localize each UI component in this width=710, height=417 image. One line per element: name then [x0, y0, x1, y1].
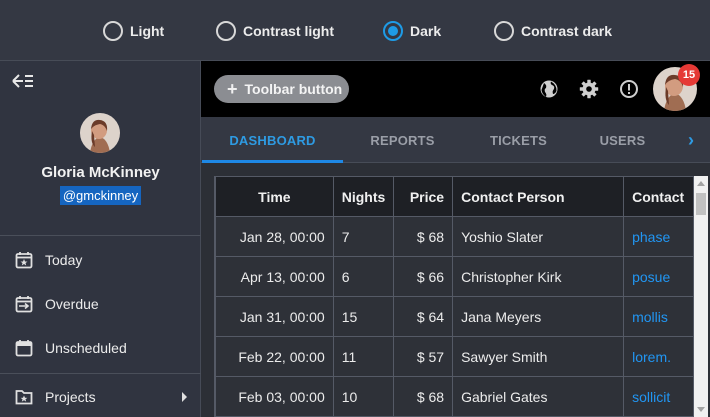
column-header-contact-person[interactable]: Contact Person	[452, 176, 625, 217]
nav-label-projects: Projects	[45, 389, 96, 405]
theme-option-contrast-dark[interactable]: Contrast dark	[494, 19, 612, 43]
toolbar: + Toolbar button 15	[201, 61, 710, 117]
arrow-collapse-left-icon[interactable]	[12, 73, 34, 89]
tab-tickets[interactable]: TICKETS	[462, 117, 575, 163]
tab-users[interactable]: USERS	[575, 117, 670, 163]
nav-item-today[interactable]: Today	[0, 238, 201, 282]
toolbar-button-label: Toolbar button	[244, 81, 343, 97]
user-avatar[interactable]	[80, 113, 120, 153]
cell-contact-person: Christopher Kirk	[452, 256, 625, 297]
table-row[interactable]: Apr 13, 00:00 6 $ 66 Christopher Kirk po…	[215, 256, 694, 297]
globe-icon[interactable]	[539, 79, 559, 99]
cell-contact-link[interactable]: posue	[623, 256, 694, 297]
theme-label-contrast-dark: Contrast dark	[521, 23, 613, 39]
cell-time: Feb 03, 00:00	[215, 376, 334, 417]
column-header-nights[interactable]: Nights	[332, 176, 395, 217]
table-row[interactable]: Feb 03, 00:00 10 $ 68 Gabriel Gates soll…	[215, 376, 694, 417]
theme-option-contrast-light[interactable]: Contrast light	[216, 19, 334, 43]
tab-reports[interactable]: REPORTS	[343, 117, 462, 163]
calendar-blank-icon	[15, 340, 33, 357]
column-header-time[interactable]: Time	[215, 176, 334, 217]
cell-contact-link[interactable]: mollis	[623, 296, 694, 337]
theme-label-contrast-light: Contrast light	[243, 23, 334, 39]
notification-badge: 15	[678, 64, 700, 86]
cell-contact-link[interactable]: sollicit	[623, 376, 694, 417]
grid-header-row: Time Nights Price Contact Person Contact	[215, 176, 694, 217]
scroll-up-arrow-icon[interactable]	[697, 181, 705, 186]
data-grid: Time Nights Price Contact Person Contact…	[214, 176, 694, 417]
cell-contact-link[interactable]: lorem.	[623, 336, 694, 377]
radio-contrast-dark[interactable]	[494, 21, 514, 41]
cell-nights: 10	[332, 376, 395, 417]
cell-price: $ 68	[393, 376, 454, 417]
column-header-contact[interactable]: Contact	[623, 176, 694, 217]
column-header-price[interactable]: Price	[393, 176, 454, 217]
theme-label-dark: Dark	[410, 23, 442, 39]
cell-contact-person: Gabriel Gates	[452, 376, 625, 417]
active-tab-indicator	[202, 160, 343, 163]
cell-price: $ 68	[393, 216, 454, 257]
folder-star-icon	[15, 390, 33, 405]
cell-contact-person: Sawyer Smith	[452, 336, 625, 377]
cell-nights: 15	[332, 296, 395, 337]
theme-switcher: Light Contrast light Dark Contrast dark	[0, 0, 710, 61]
cell-contact-person: Jana Meyers	[452, 296, 625, 337]
main-content: + Toolbar button 15 DASHBOARD REPORTS TI…	[201, 61, 710, 417]
navigation-drawer: Gloria McKinney @gmckinney Today Overdue…	[0, 61, 201, 417]
cell-nights: 6	[332, 256, 395, 297]
calendar-today-icon	[15, 252, 33, 269]
radio-light[interactable]	[103, 21, 123, 41]
theme-label-light: Light	[130, 23, 165, 39]
theme-option-dark[interactable]: Dark	[383, 19, 441, 43]
toolbar-button[interactable]: + Toolbar button	[214, 75, 349, 103]
chevron-right-icon	[182, 392, 187, 402]
cell-contact-person: Yoshio Slater	[452, 216, 625, 257]
table-row[interactable]: Jan 31, 00:00 15 $ 64 Jana Meyers mollis	[215, 296, 694, 337]
tab-bar: DASHBOARD REPORTS TICKETS USERS	[201, 117, 710, 163]
scrollbar-thumb[interactable]	[696, 193, 706, 215]
cell-nights: 11	[332, 336, 395, 377]
nav-item-overdue[interactable]: Overdue	[0, 282, 201, 326]
nav-label-unscheduled: Unscheduled	[45, 340, 127, 356]
nav-label-overdue: Overdue	[45, 296, 99, 312]
table-row[interactable]: Jan 28, 00:00 7 $ 68 Yoshio Slater phase	[215, 216, 694, 257]
plus-icon: +	[227, 79, 238, 99]
grid-table: Time Nights Price Contact Person Contact…	[215, 176, 694, 417]
theme-option-light[interactable]: Light	[103, 19, 164, 43]
tab-scroll-right-icon[interactable]: ›	[680, 121, 702, 159]
cell-nights: 7	[332, 216, 395, 257]
calendar-overdue-icon	[15, 296, 33, 313]
table-row[interactable]: Feb 22, 00:00 11 $ 57 Sawyer Smith lorem…	[215, 336, 694, 377]
cell-time: Feb 22, 00:00	[215, 336, 334, 377]
alert-circle-icon[interactable]	[619, 79, 639, 99]
scroll-down-arrow-icon[interactable]	[697, 407, 705, 412]
user-name: Gloria McKinney	[41, 164, 160, 181]
gear-icon[interactable]	[579, 79, 599, 99]
nav-item-unscheduled[interactable]: Unscheduled	[0, 326, 201, 370]
cell-price: $ 57	[393, 336, 454, 377]
cell-price: $ 64	[393, 296, 454, 337]
nav-label-today: Today	[45, 252, 83, 268]
radio-contrast-light[interactable]	[216, 21, 236, 41]
drawer-divider	[0, 373, 201, 374]
cell-contact-link[interactable]: phase	[623, 216, 694, 257]
grid-scrollbar[interactable]	[694, 176, 708, 417]
drawer-divider	[0, 235, 201, 236]
cell-time: Jan 28, 00:00	[215, 216, 334, 257]
nav-item-projects[interactable]: Projects	[0, 375, 201, 417]
cell-time: Apr 13, 00:00	[215, 256, 334, 297]
cell-price: $ 66	[393, 256, 454, 297]
user-handle: @gmckinney	[59, 186, 142, 205]
radio-dark[interactable]	[383, 21, 403, 41]
tab-dashboard[interactable]: DASHBOARD	[202, 117, 343, 163]
cell-time: Jan 31, 00:00	[215, 296, 334, 337]
